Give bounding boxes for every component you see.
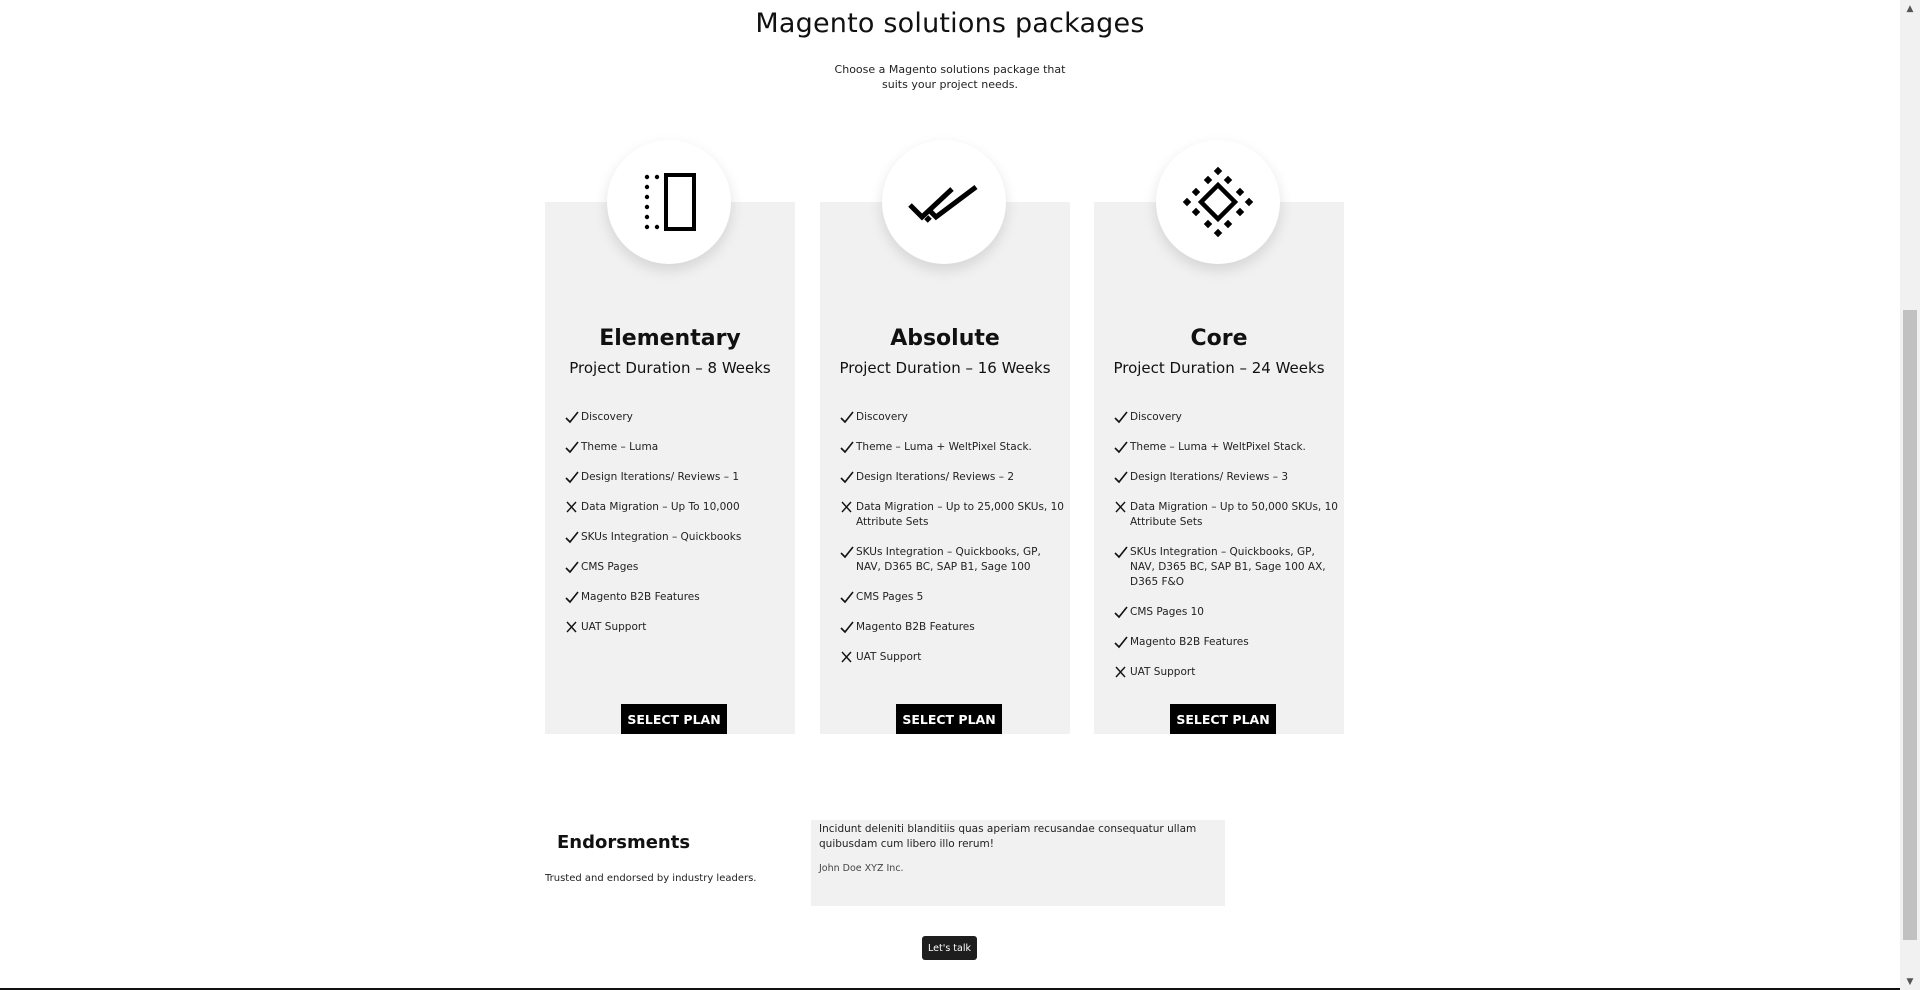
check-icon [565,591,579,604]
plan-name: Elementary [599,326,741,351]
testimonial-card: Incidunt deleniti blanditiis quas aperia… [811,820,1225,906]
testimonial-quote: Incidunt deleniti blanditiis quas aperia… [819,823,1197,850]
check-icon [840,546,854,559]
lets-talk-button[interactable]: Let's talk [922,936,977,960]
plan-duration: Project Duration – 16 Weeks [839,359,1051,377]
plan-card-absolute: Absolute Project Duration – 16 Weeks Dis… [820,140,1070,734]
feature-item: Data Migration – Up To 10,000 [565,500,790,515]
check-icon [1114,546,1128,559]
check-icon [565,441,579,454]
check-icon [1114,636,1128,649]
plan-duration: Project Duration – 8 Weeks [569,359,771,377]
check-icon [1114,606,1128,619]
feature-item: Theme – Luma [565,440,790,455]
feature-item: Discovery [565,410,790,425]
plan-card-elementary: Elementary Project Duration – 8 Weeks Di… [545,140,795,734]
plan-icon-circle [607,140,731,264]
cross-icon [1115,501,1126,513]
feature-item: CMS Pages 10 [1114,605,1339,620]
plan-icon-circle [1156,140,1280,264]
check-icon [565,411,579,424]
plan-icon-circle [882,140,1006,264]
cross-icon [566,501,577,513]
check-icon [565,471,579,484]
check-icon [840,411,854,424]
select-plan-button[interactable]: SELECT PLAN [621,704,727,734]
feature-item: Design Iterations/ Reviews – 3 [1114,470,1339,485]
scrollbar-thumb[interactable] [1903,310,1917,940]
cross-icon [841,501,852,513]
feature-item: UAT Support [1114,665,1339,680]
check-icon [840,591,854,604]
feature-list: Discovery Theme – Luma + WeltPixel Stack… [840,410,1065,680]
feature-item: Magento B2B Features [840,620,1065,635]
plan-name: Core [1190,326,1248,351]
plan-duration: Project Duration – 24 Weeks [1113,359,1325,377]
plan-name: Absolute [890,326,1000,351]
section-subtitle: Choose a Magento solutions package that … [834,63,1066,91]
double-check-icon [908,185,978,223]
feature-list: Discovery Theme – Luma + WeltPixel Stack… [1114,410,1339,695]
check-icon [840,441,854,454]
feature-item: SKUs Integration – Quickbooks, GP, NAV, … [840,545,1065,575]
select-plan-button[interactable]: SELECT PLAN [896,704,1002,734]
vertical-scrollbar[interactable]: ▲ ▼ [1900,0,1920,990]
scroll-down-arrow-icon[interactable]: ▼ [1900,973,1920,990]
feature-item: UAT Support [840,650,1065,665]
check-icon [840,471,854,484]
feature-item: Data Migration – Up to 50,000 SKUs, 10 A… [1114,500,1339,530]
check-icon [1114,411,1128,424]
scroll-up-arrow-icon[interactable]: ▲ [1900,0,1920,17]
feature-list: Discovery Theme – Luma Design Iterations… [565,410,790,650]
feature-item: Discovery [1114,410,1339,425]
cross-icon [566,621,577,633]
feature-item: Design Iterations/ Reviews – 2 [840,470,1065,485]
feature-item: Magento B2B Features [565,590,790,605]
check-icon [565,561,579,574]
feature-item: SKUs Integration – Quickbooks, GP, NAV, … [1114,545,1339,590]
cross-icon [841,651,852,663]
feature-item: CMS Pages 5 [840,590,1065,605]
feature-item: Magento B2B Features [1114,635,1339,650]
feature-item: Theme – Luma + WeltPixel Stack. [1114,440,1339,455]
check-icon [565,531,579,544]
feature-item: UAT Support [565,620,790,635]
check-icon [1114,441,1128,454]
feature-item: Design Iterations/ Reviews – 1 [565,470,790,485]
feature-item: CMS Pages [565,560,790,575]
section-title: Magento solutions packages [755,8,1145,39]
check-icon [840,621,854,634]
feature-item: Discovery [840,410,1065,425]
plan-card-core: Core Project Duration – 24 Weeks Discove… [1094,140,1344,734]
endorsements-title: Endorsments [557,832,691,853]
cross-icon [1115,666,1126,678]
testimonial-author: John Doe XYZ Inc. [819,863,904,874]
page: Magento solutions packages Choose a Mage… [0,0,1900,990]
diamond-pattern-icon [1182,166,1254,238]
endorsements-subtitle: Trusted and endorsed by industry leaders… [545,873,757,884]
select-plan-button[interactable]: SELECT PLAN [1170,704,1276,734]
feature-item: SKUs Integration – Quickbooks [565,530,790,545]
feature-item: Theme – Luma + WeltPixel Stack. [840,440,1065,455]
dotted-rectangle-icon [644,173,696,231]
feature-item: Data Migration – Up to 25,000 SKUs, 10 A… [840,500,1065,530]
check-icon [1114,471,1128,484]
